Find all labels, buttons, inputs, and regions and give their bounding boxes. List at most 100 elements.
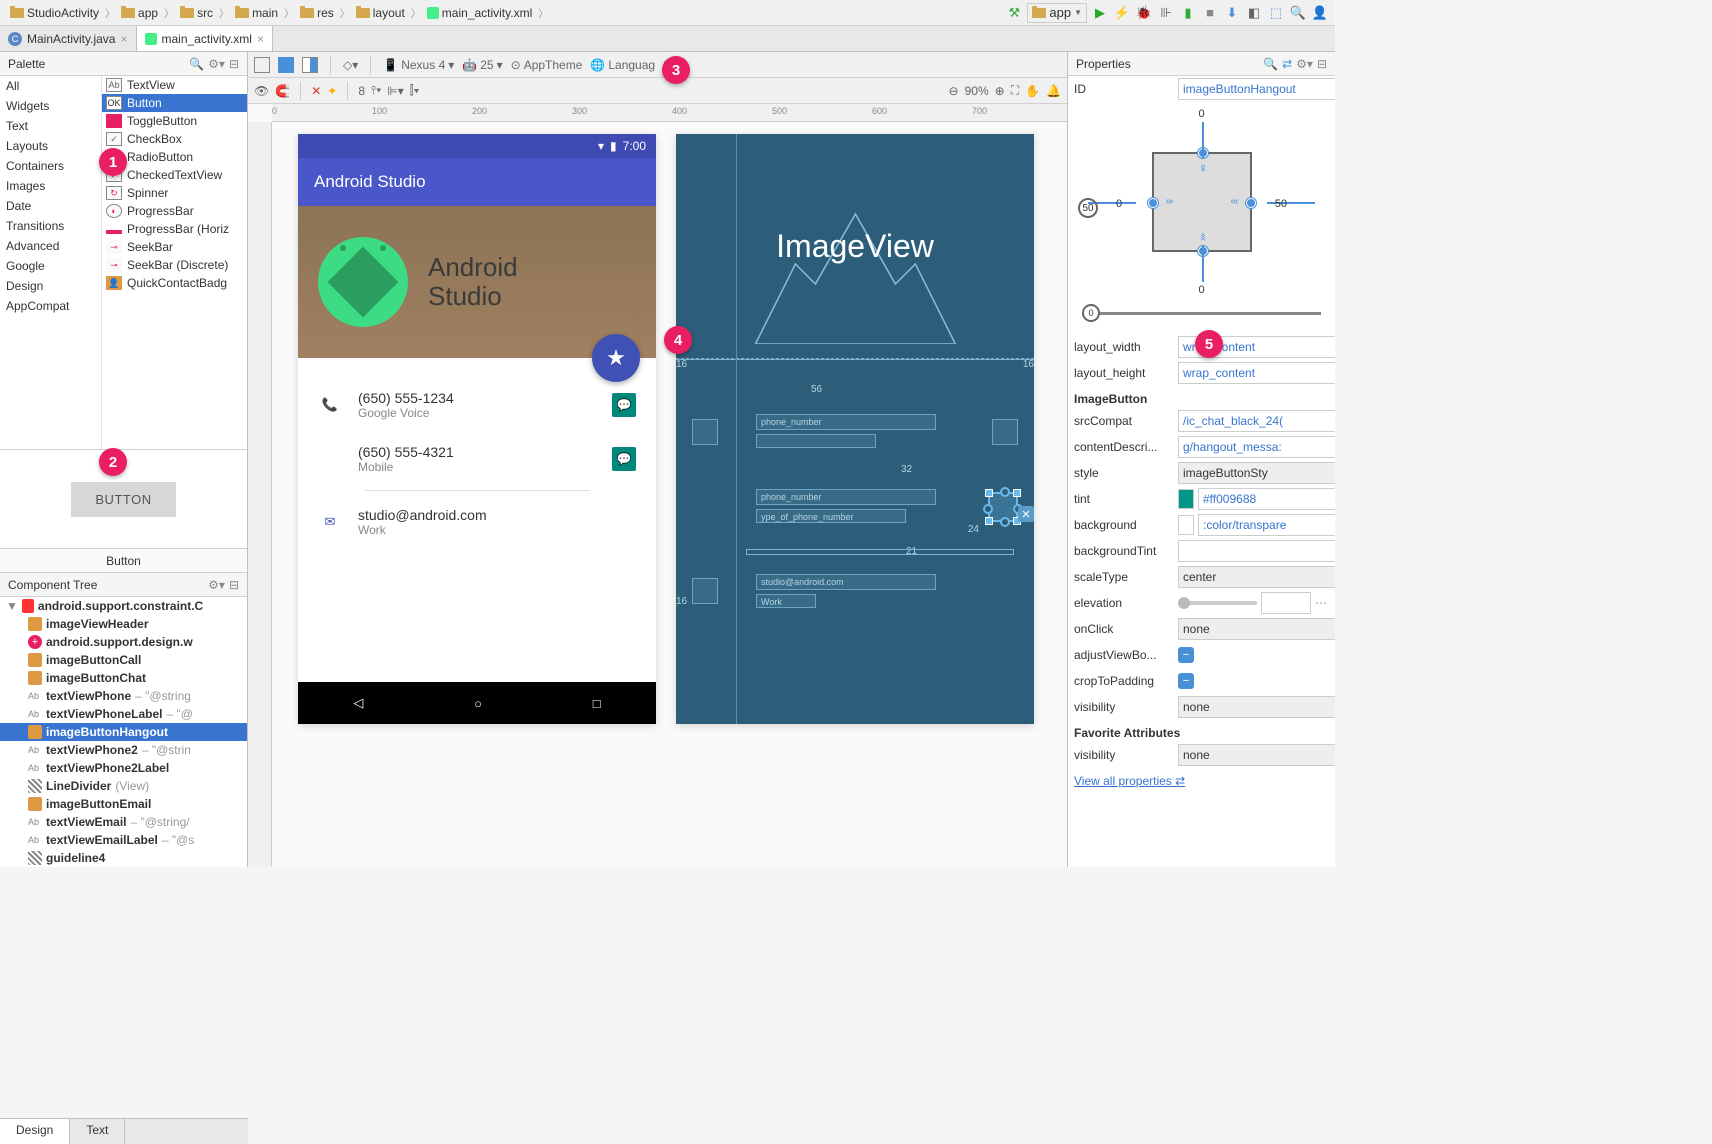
design-preview[interactable]: ▾▮7:00 Android Studio AndroidStudio ★ 📞 …	[298, 134, 656, 724]
palette-widget[interactable]: ↻Spinner	[102, 184, 247, 202]
palette-widget[interactable]: ProgressBar (Horiz	[102, 220, 247, 238]
tint-input[interactable]	[1198, 488, 1335, 510]
background-input[interactable]	[1198, 514, 1335, 536]
palette-category[interactable]: All	[0, 76, 101, 96]
view-blueprint-icon[interactable]	[278, 57, 294, 73]
palette-category[interactable]: Images	[0, 176, 101, 196]
bp-selected-component[interactable]: ✕	[988, 492, 1018, 522]
palette-widget[interactable]: ⊸SeekBar (Discrete)	[102, 256, 247, 274]
palette-widget[interactable]: ◐ProgressBar	[102, 202, 247, 220]
blueprint-preview[interactable]: ImageView 56 phone_number 16 16 32 phone…	[676, 134, 1034, 724]
eye-icon[interactable]: 👁	[254, 84, 269, 98]
palette-category[interactable]: Transitions	[0, 216, 101, 236]
close-icon[interactable]: ×	[257, 32, 264, 46]
tree-item[interactable]: AbtextViewPhone2 – "@strin	[0, 741, 247, 759]
content-desc-input[interactable]	[1178, 436, 1335, 458]
palette-category[interactable]: Text	[0, 116, 101, 136]
view-design-icon[interactable]	[254, 57, 270, 73]
collapse-icon[interactable]: ⊟	[229, 57, 239, 71]
tree-item[interactable]: imageViewHeader	[0, 615, 247, 633]
stop-icon[interactable]: ■	[1201, 4, 1219, 22]
palette-widget[interactable]: ⊸SeekBar	[102, 238, 247, 256]
device-selector[interactable]: 📱Nexus 4▾	[383, 58, 454, 72]
bg-swatch[interactable]	[1178, 515, 1194, 535]
tree-item[interactable]: AbtextViewEmail – "@string/	[0, 813, 247, 831]
tree-item[interactable]: imageButtonChat	[0, 669, 247, 687]
guideline-icon[interactable]: ⫿▾	[410, 83, 420, 98]
tree-item[interactable]: guideline4	[0, 849, 247, 867]
chat-icon[interactable]: 💬	[612, 393, 636, 417]
bp-component[interactable]	[992, 419, 1018, 445]
view-both-icon[interactable]	[302, 57, 318, 73]
tree-root[interactable]: ▼android.support.constraint.C	[0, 597, 247, 615]
tree-item[interactable]: AbtextViewPhone2Label	[0, 759, 247, 777]
module-selector[interactable]: app▼	[1027, 3, 1087, 23]
tree-item[interactable]: AbtextViewPhoneLabel – "@	[0, 705, 247, 723]
elevation-slider[interactable]	[1178, 601, 1257, 605]
backgroundtint-input[interactable]	[1178, 540, 1335, 562]
gear-icon[interactable]: ⚙▾	[208, 578, 225, 592]
tree-item[interactable]: imageButtonEmail	[0, 795, 247, 813]
debug-icon[interactable]: 🐞	[1135, 4, 1153, 22]
phone-icon[interactable]: 📞	[318, 393, 342, 417]
palette-category[interactable]: Date	[0, 196, 101, 216]
theme-selector[interactable]: ⊙AppTheme	[511, 58, 583, 72]
sync-icon[interactable]: ⬇	[1223, 4, 1241, 22]
bp-component[interactable]	[692, 578, 718, 604]
breadcrumb-item[interactable]: main	[231, 6, 282, 20]
breadcrumb-item[interactable]: layout	[352, 6, 409, 20]
pack-icon[interactable]: ⫯▾	[371, 83, 381, 98]
palette-category[interactable]: Layouts	[0, 136, 101, 156]
collapse-icon[interactable]: ⊟	[229, 578, 239, 592]
home-icon[interactable]: ○	[474, 696, 482, 711]
magnet-icon[interactable]: 🧲	[275, 84, 290, 98]
palette-widget[interactable]: OKButton	[102, 94, 247, 112]
id-input[interactable]	[1178, 78, 1335, 100]
breadcrumb-item[interactable]: StudioActivity	[6, 6, 103, 20]
margin-selector[interactable]: 8	[358, 84, 365, 98]
elevation-input[interactable]	[1261, 592, 1311, 614]
fab-button[interactable]: ★	[592, 334, 640, 382]
editor-tab-xml[interactable]: main_activity.xml ×	[137, 26, 273, 51]
recent-icon[interactable]: □	[593, 696, 601, 711]
palette-category[interactable]: AppCompat	[0, 296, 101, 316]
palette-category[interactable]: Design	[0, 276, 101, 296]
zoom-out-icon[interactable]: ⊖	[949, 84, 959, 98]
collapse-icon[interactable]: ⊟	[1317, 57, 1327, 71]
style-input[interactable]	[1178, 462, 1335, 484]
chat-icon[interactable]: 💬	[612, 447, 636, 471]
text-tab[interactable]: Text	[70, 1119, 125, 1144]
palette-widget[interactable]: ToggleButton	[102, 112, 247, 130]
align-icon[interactable]: ⊫▾	[387, 84, 403, 98]
zoom-fit-icon[interactable]: ⛶	[1011, 83, 1019, 98]
close-icon[interactable]: ×	[120, 32, 127, 46]
run-icon[interactable]: ▶	[1091, 4, 1109, 22]
toggle-switch[interactable]: −	[1178, 647, 1194, 663]
attach-icon[interactable]: ▮	[1179, 4, 1197, 22]
design-canvas[interactable]: 0 100 200 300 400 500 600 700 ▾▮7:00 And…	[248, 104, 1067, 867]
guideline[interactable]	[736, 134, 737, 724]
pan-icon[interactable]: ✋	[1025, 84, 1040, 98]
profiler-icon[interactable]: ⊪	[1157, 4, 1175, 22]
constraint-widget[interactable]: ››› ‹‹‹ ››› ‹‹‹ 0 0 0 50 50	[1068, 102, 1335, 302]
tint-swatch[interactable]	[1178, 489, 1194, 509]
search-icon[interactable]: 🔍	[1263, 57, 1278, 71]
bp-component[interactable]: studio@android.com	[756, 574, 936, 590]
palette-widget[interactable]: ✓CheckBox	[102, 130, 247, 148]
toggle-switch[interactable]: −	[1178, 673, 1194, 689]
breadcrumb-item[interactable]: main_activity.xml	[423, 6, 536, 20]
tree-item[interactable]: LineDivider (View)	[0, 777, 247, 795]
zoom-in-icon[interactable]: ⊕	[995, 84, 1005, 98]
bp-component[interactable]: phone_number	[756, 489, 936, 505]
vertical-bias-knob[interactable]: 50	[1078, 198, 1098, 218]
view-all-link[interactable]: View all properties ⇄	[1068, 768, 1335, 794]
delete-constraint-icon[interactable]: ✕	[1018, 506, 1034, 522]
layout-height-input[interactable]	[1178, 362, 1335, 384]
bp-component[interactable]: ype_of_phone_number	[756, 509, 906, 523]
swap-icon[interactable]: ⇄	[1282, 57, 1292, 71]
language-selector[interactable]: 🌐Languag	[590, 58, 655, 72]
back-icon[interactable]: ◁	[353, 695, 363, 711]
bp-component[interactable]: phone_number	[756, 414, 936, 430]
breadcrumb-item[interactable]: src	[176, 6, 217, 20]
palette-category[interactable]: Containers	[0, 156, 101, 176]
